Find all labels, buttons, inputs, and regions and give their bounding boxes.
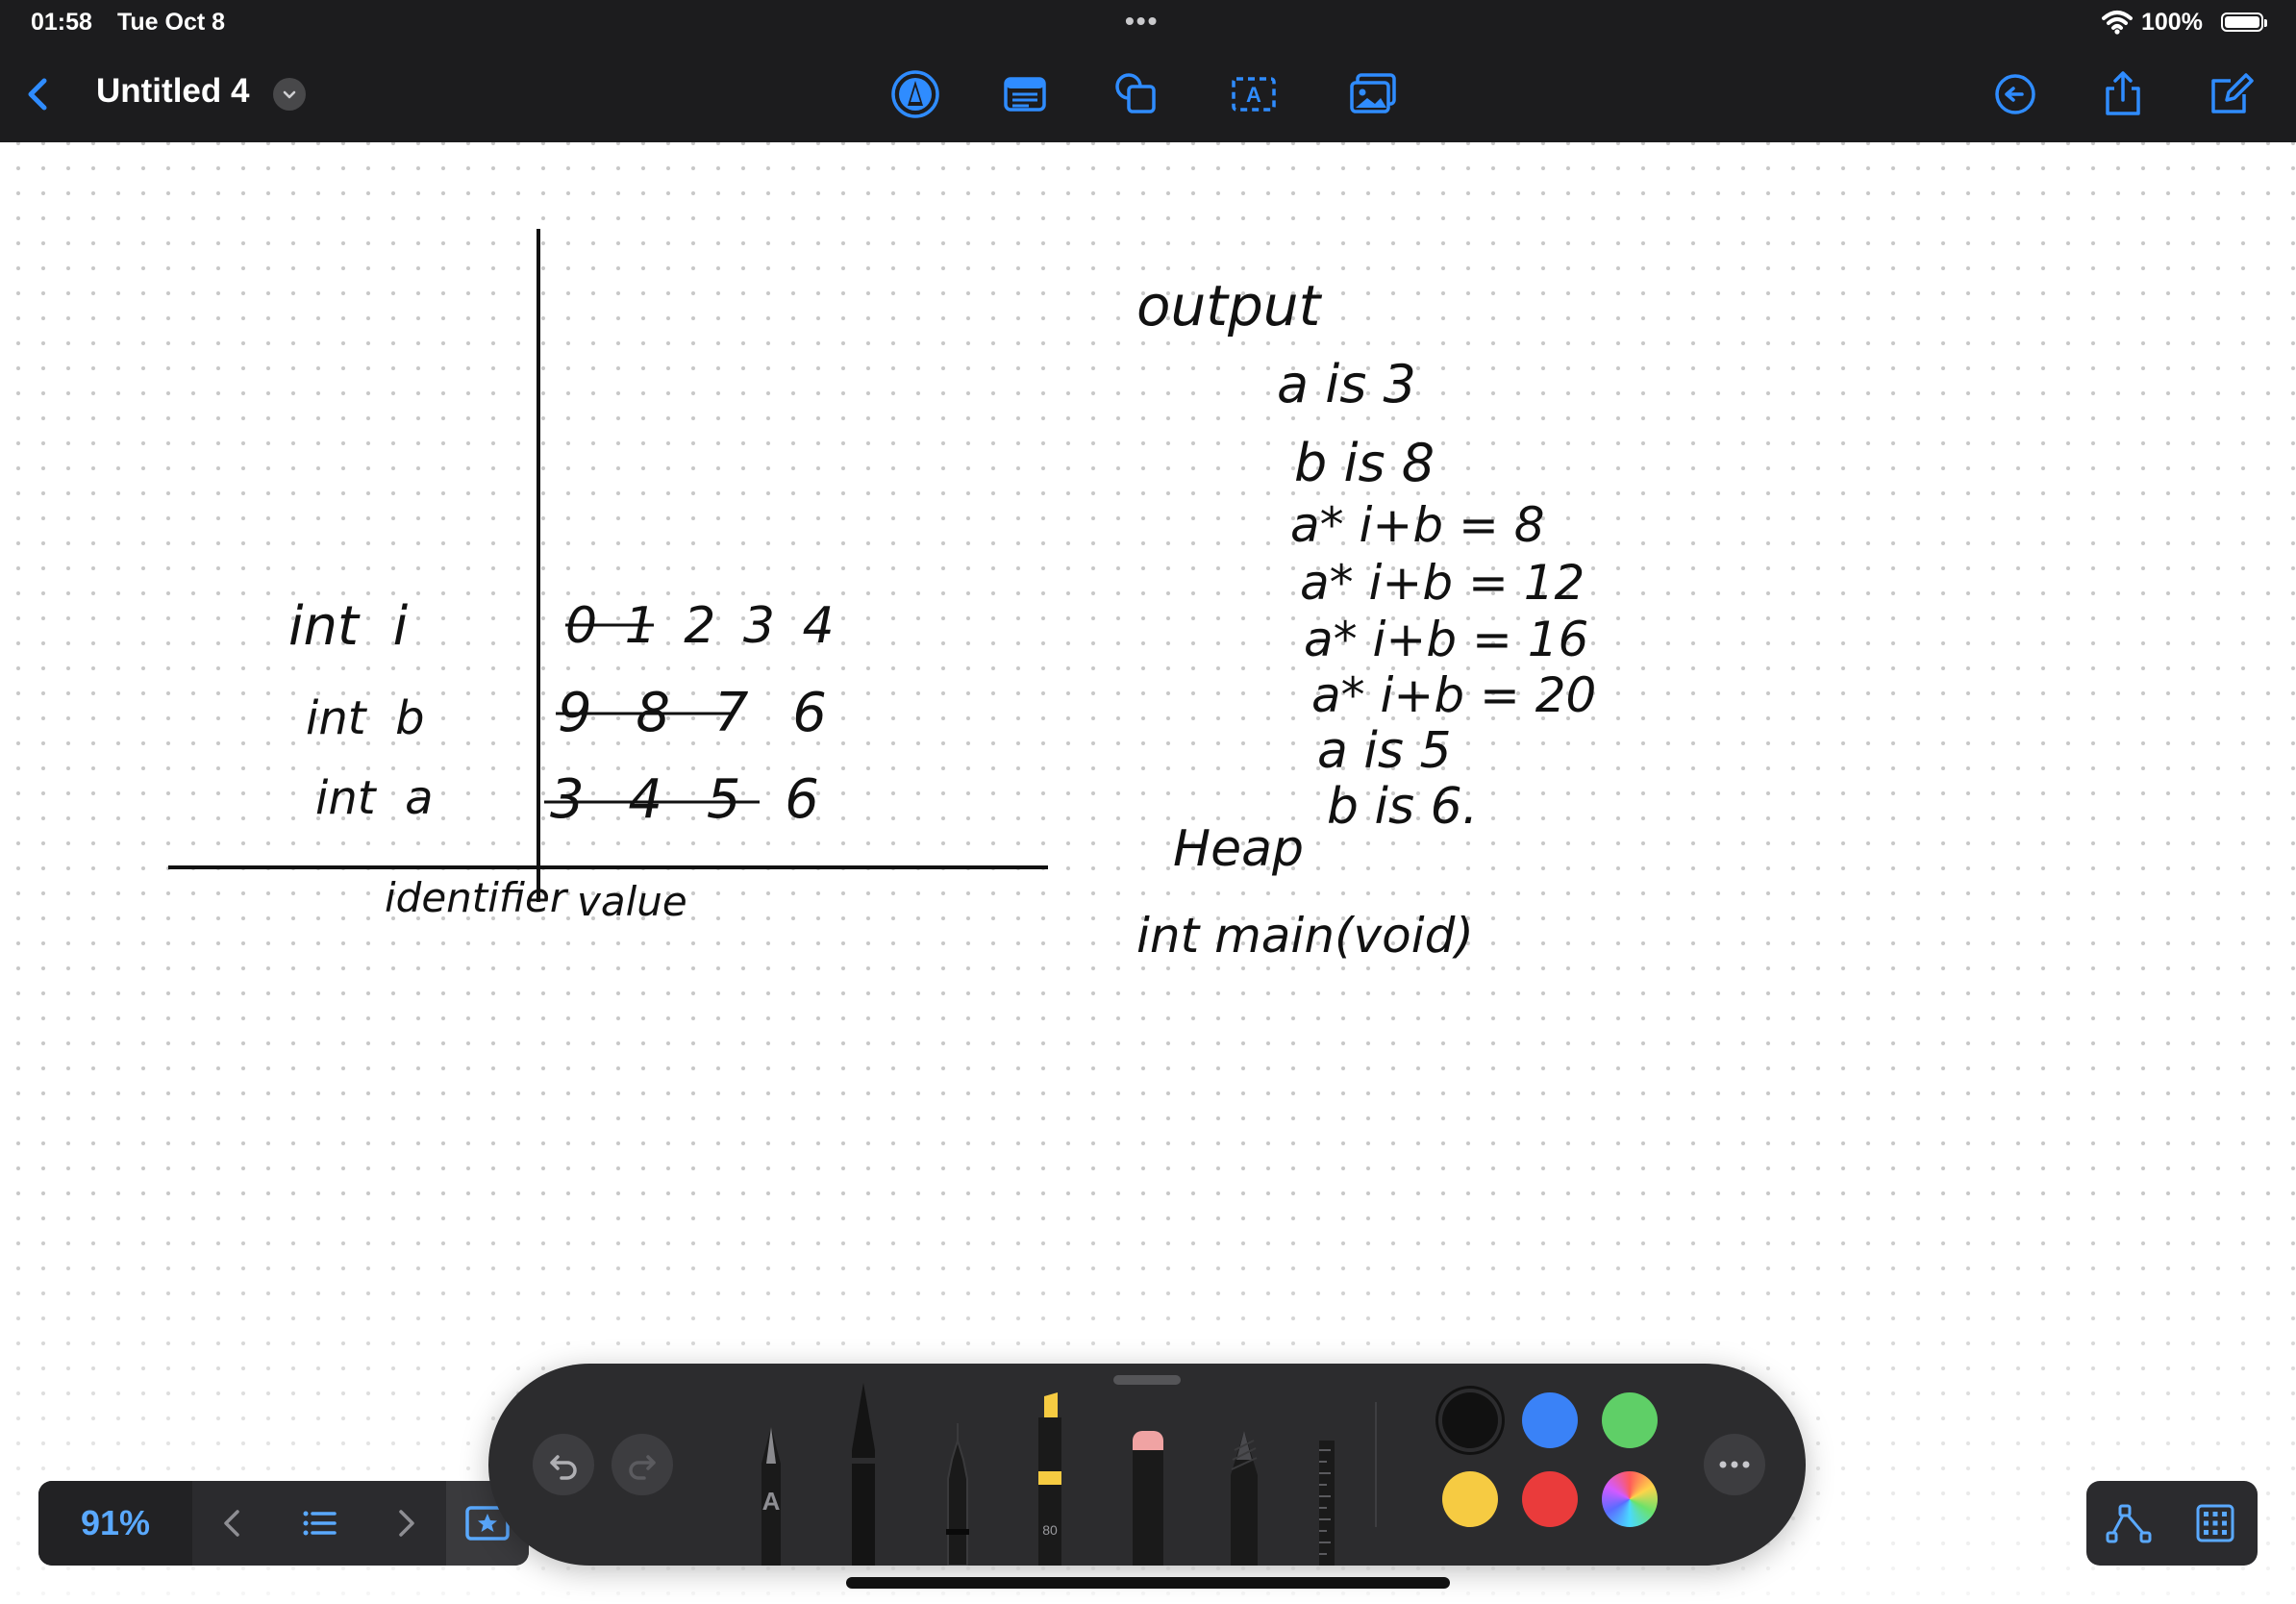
color-green[interactable] (1602, 1392, 1658, 1448)
pen-label: A (762, 1487, 781, 1516)
back-chevron-icon[interactable] (10, 65, 67, 123)
marker-size-label: 80 (1042, 1522, 1058, 1538)
output-line-8: b is 6. (1327, 778, 1478, 836)
status-time: 01:58 (31, 9, 92, 36)
redo-icon[interactable] (611, 1434, 673, 1495)
page-list-icon[interactable] (298, 1502, 340, 1544)
multitasking-dots-icon[interactable]: ••• (1125, 6, 1159, 37)
status-bar: 01:58 Tue Oct 8 ••• 100% (0, 0, 2296, 46)
history-icon[interactable] (1986, 65, 2044, 123)
value-a: 3 4 5 6 (550, 768, 833, 831)
grid-keypad-icon[interactable] (2192, 1500, 2238, 1546)
color-red[interactable] (1522, 1471, 1578, 1527)
value-label: value (577, 878, 687, 925)
wifi-icon (2102, 11, 2133, 35)
palette-divider (1375, 1402, 1377, 1527)
share-icon[interactable] (2094, 65, 2152, 123)
pencil-tool[interactable] (1213, 1431, 1275, 1566)
battery-percent: 100% (2141, 9, 2203, 36)
notes-text-icon[interactable] (996, 65, 1054, 123)
image-icon[interactable] (1344, 65, 1402, 123)
identifier-a: int a (315, 771, 434, 825)
previous-page-icon[interactable] (212, 1502, 254, 1544)
ballpoint-pen-tool[interactable] (833, 1383, 894, 1566)
pen-tool-palette: A 80 (488, 1364, 1806, 1566)
color-yellow[interactable] (1442, 1471, 1498, 1527)
highlighter-tool[interactable]: 80 (1019, 1392, 1081, 1566)
undo-icon[interactable] (533, 1434, 594, 1495)
output-line-4: a* i+b = 12 (1300, 555, 1585, 611)
color-picker-wheel[interactable] (1602, 1471, 1658, 1527)
eraser-tool[interactable] (1117, 1431, 1179, 1566)
identifier-b: int b (306, 691, 425, 745)
title-dropdown-icon[interactable] (273, 78, 306, 111)
textbox-icon[interactable]: A (1225, 65, 1283, 123)
top-toolbar: Untitled 4 A (0, 46, 2296, 142)
fountain-pen-tool[interactable]: A (740, 1421, 802, 1566)
color-black[interactable] (1442, 1392, 1498, 1448)
color-blue[interactable] (1522, 1392, 1578, 1448)
palette-grabber[interactable] (1113, 1375, 1181, 1385)
fineliner-tool[interactable] (927, 1421, 988, 1566)
main-label: int main(void) (1136, 908, 1474, 964)
identifier-label: identifier (385, 874, 569, 921)
next-page-icon[interactable] (385, 1502, 427, 1544)
heap-label: Heap (1173, 820, 1304, 878)
status-date: Tue Oct 8 (117, 9, 226, 36)
battery-icon (2221, 13, 2267, 32)
output-line-1: a is 3 (1277, 354, 1416, 414)
bottom-right-panel (2086, 1481, 2258, 1566)
shapes-icon[interactable] (1108, 65, 1165, 123)
svg-text:A: A (1246, 83, 1261, 107)
identifier-i: int i (288, 595, 409, 658)
zoom-level[interactable]: 91% (38, 1481, 192, 1566)
home-indicator[interactable] (846, 1577, 1450, 1589)
lasso-selection-icon[interactable] (2106, 1500, 2152, 1546)
more-options-icon[interactable] (1704, 1434, 1765, 1495)
output-heading: output (1136, 273, 1323, 338)
output-line-7: a is 5 (1317, 722, 1452, 780)
output-line-6: a* i+b = 20 (1311, 667, 1596, 723)
output-line-2: b is 8 (1294, 433, 1435, 493)
output-line-3: a* i+b = 8 (1290, 497, 1545, 553)
pen-mode-icon[interactable] (886, 65, 944, 123)
new-page-icon[interactable] (2202, 65, 2259, 123)
output-line-5: a* i+b = 16 (1304, 612, 1588, 667)
document-title[interactable]: Untitled 4 (96, 72, 249, 111)
ruler-tool[interactable] (1308, 1431, 1346, 1566)
page-navigation-bar: 91% (38, 1481, 529, 1566)
